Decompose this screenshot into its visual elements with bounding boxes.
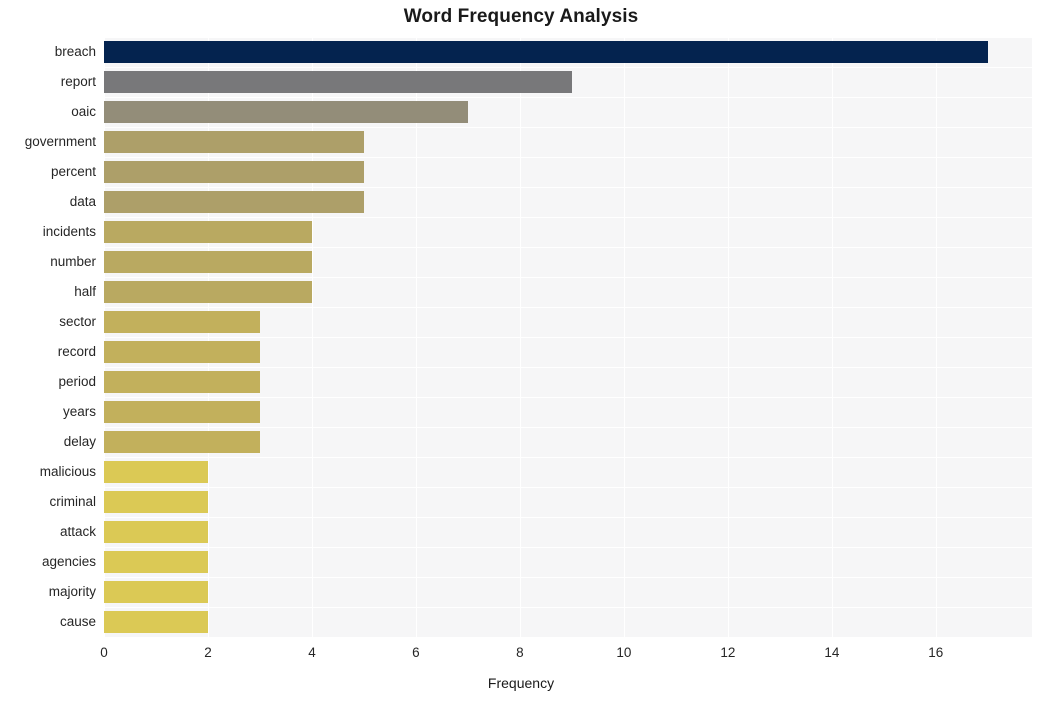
y-tick-label-agencies: agencies — [0, 555, 96, 569]
x-axis-title: Frequency — [0, 675, 1042, 691]
x-tick-label-16: 16 — [928, 645, 943, 660]
bar-malicious[interactable] — [104, 461, 208, 483]
bar-oaic[interactable] — [104, 101, 468, 123]
y-tick-label-years: years — [0, 405, 96, 419]
y-tick-label-report: report — [0, 75, 96, 89]
word-frequency-chart-figure: Word Frequency Analysis breach report oaic… — [0, 0, 1042, 701]
y-gridline — [104, 637, 1032, 638]
bar-row — [104, 311, 1032, 333]
y-tick-label-percent: percent — [0, 165, 96, 179]
bar-row — [104, 281, 1032, 303]
x-tick-label-10: 10 — [616, 645, 631, 660]
x-tick-label-2: 2 — [204, 645, 212, 660]
bar-period[interactable] — [104, 371, 260, 393]
y-tick-label-period: period — [0, 375, 96, 389]
x-tick-label-12: 12 — [720, 645, 735, 660]
x-tick-label-8: 8 — [516, 645, 524, 660]
bar-breach[interactable] — [104, 41, 988, 63]
bar-years[interactable] — [104, 401, 260, 423]
bar-series — [104, 37, 1032, 637]
bar-row — [104, 611, 1032, 633]
bar-delay[interactable] — [104, 431, 260, 453]
bar-row — [104, 341, 1032, 363]
bar-record[interactable] — [104, 341, 260, 363]
bar-incidents[interactable] — [104, 221, 312, 243]
y-tick-label-half: half — [0, 285, 96, 299]
bar-majority[interactable] — [104, 581, 208, 603]
y-tick-label-sector: sector — [0, 315, 96, 329]
y-tick-label-government: government — [0, 135, 96, 149]
bar-row — [104, 551, 1032, 573]
bar-row — [104, 401, 1032, 423]
bar-attack[interactable] — [104, 521, 208, 543]
bar-row — [104, 161, 1032, 183]
y-tick-label-malicious: malicious — [0, 465, 96, 479]
y-tick-label-data: data — [0, 195, 96, 209]
x-tick-label-6: 6 — [412, 645, 420, 660]
bar-criminal[interactable] — [104, 491, 208, 513]
y-tick-label-cause: cause — [0, 615, 96, 629]
bar-cause[interactable] — [104, 611, 208, 633]
bar-row — [104, 71, 1032, 93]
bar-report[interactable] — [104, 71, 572, 93]
bar-half[interactable] — [104, 281, 312, 303]
bar-row — [104, 491, 1032, 513]
chart-title: Word Frequency Analysis — [0, 6, 1042, 28]
bar-row — [104, 461, 1032, 483]
x-tick-label-4: 4 — [308, 645, 316, 660]
bar-row — [104, 191, 1032, 213]
y-tick-label-attack: attack — [0, 525, 96, 539]
bar-row — [104, 371, 1032, 393]
bar-row — [104, 431, 1032, 453]
y-tick-label-breach: breach — [0, 45, 96, 59]
bar-agencies[interactable] — [104, 551, 208, 573]
x-tick-label-0: 0 — [100, 645, 108, 660]
x-tick-label-14: 14 — [824, 645, 839, 660]
bar-row — [104, 221, 1032, 243]
plot-area — [104, 37, 1032, 637]
bar-row — [104, 101, 1032, 123]
bar-row — [104, 131, 1032, 153]
y-tick-label-record: record — [0, 345, 96, 359]
bar-row — [104, 521, 1032, 543]
x-axis-tick-labels: 0 2 4 6 8 10 12 14 16 — [0, 645, 1042, 665]
y-tick-label-number: number — [0, 255, 96, 269]
bar-number[interactable] — [104, 251, 312, 273]
y-tick-label-incidents: incidents — [0, 225, 96, 239]
y-tick-label-criminal: criminal — [0, 495, 96, 509]
bar-row — [104, 251, 1032, 273]
y-tick-label-majority: majority — [0, 585, 96, 599]
bar-data[interactable] — [104, 191, 364, 213]
bar-row — [104, 581, 1032, 603]
bar-government[interactable] — [104, 131, 364, 153]
bar-percent[interactable] — [104, 161, 364, 183]
bar-sector[interactable] — [104, 311, 260, 333]
y-tick-label-oaic: oaic — [0, 105, 96, 119]
y-tick-label-delay: delay — [0, 435, 96, 449]
y-axis-tick-labels: breach report oaic government percent data inc… — [0, 37, 96, 637]
bar-row — [104, 41, 1032, 63]
